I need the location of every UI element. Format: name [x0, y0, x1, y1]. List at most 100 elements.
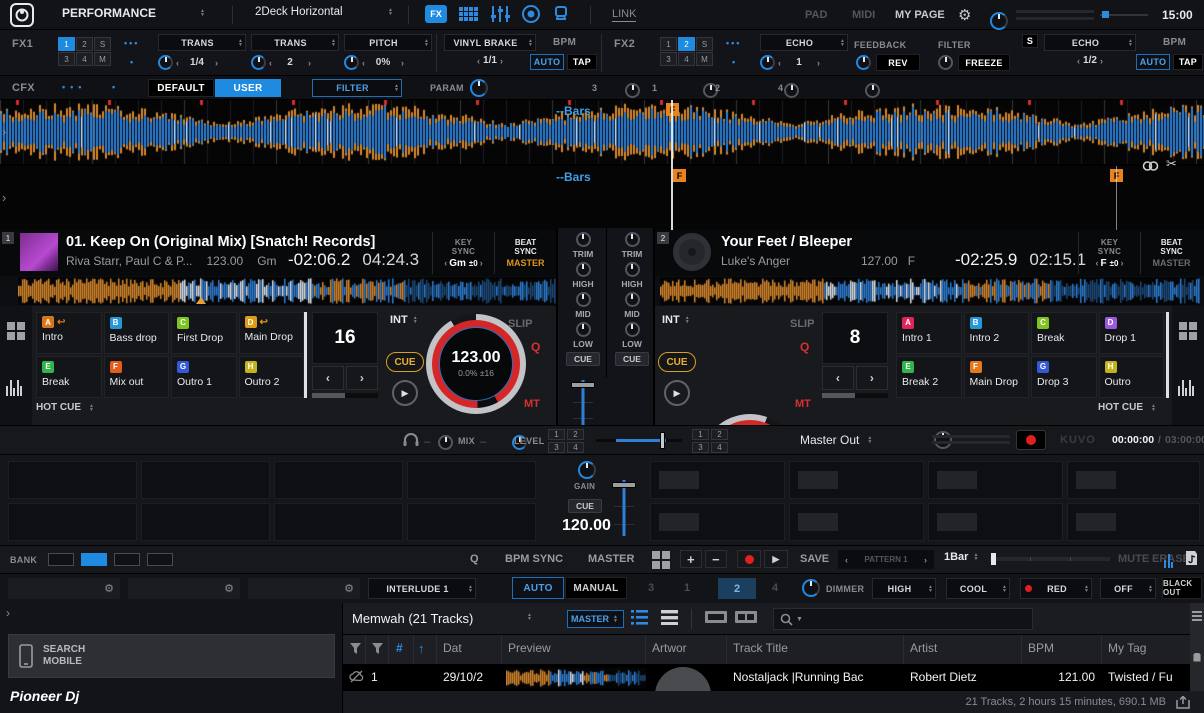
- cfx-dots-icon[interactable]: •••: [62, 82, 86, 92]
- ch1-low-knob[interactable]: [576, 322, 591, 337]
- hot-cue-pad-e[interactable]: EBreak: [36, 356, 102, 398]
- fx1-bank-m[interactable]: M: [94, 52, 111, 66]
- sampler-fader[interactable]: [612, 480, 636, 536]
- deck1-key-sync[interactable]: KEY SYNC ‹Gm±0›: [432, 232, 494, 274]
- cfx-deck3-knob[interactable]: [625, 83, 640, 98]
- bank-4-button[interactable]: [147, 553, 173, 566]
- fx1-bpm-auto-button[interactable]: AUTO: [530, 54, 564, 70]
- fx1-slot1-select[interactable]: TRANS▲▼: [158, 34, 246, 51]
- playlist-chevron-icon[interactable]: ▲▼: [525, 613, 534, 621]
- deck1-master-tempo-button[interactable]: MT: [524, 398, 540, 410]
- deck2-overview-waveform[interactable]: [660, 277, 1200, 305]
- deck2-pad-scrollbar[interactable]: [1166, 312, 1169, 398]
- key-shift-left[interactable]: ‹: [442, 258, 449, 268]
- fx1-bank-2[interactable]: 2: [76, 37, 93, 51]
- sampler-slot[interactable]: [789, 503, 924, 541]
- deck1-load-icon[interactable]: [705, 611, 727, 626]
- fx2-slot1-knob[interactable]: [760, 55, 775, 70]
- stepper-left[interactable]: ‹: [1074, 56, 1083, 66]
- hot-cue-pad-f[interactable]: FMix out: [104, 356, 170, 398]
- ch1-fader[interactable]: [571, 380, 595, 425]
- sampler-slot[interactable]: [8, 461, 137, 499]
- panel-expand-arrow[interactable]: ›: [6, 606, 10, 620]
- master-level-knob[interactable]: [934, 431, 952, 449]
- ch1-cue-button[interactable]: CUE: [566, 352, 600, 366]
- assign-2[interactable]: 2: [711, 429, 728, 440]
- scene-2-button[interactable]: 2: [718, 578, 756, 599]
- sampler-slot[interactable]: [141, 503, 270, 541]
- deck1-slip-button[interactable]: SLIP: [508, 318, 532, 330]
- fx2-freeze-button[interactable]: FREEZE: [958, 54, 1010, 71]
- deck2-play-button[interactable]: ▶: [664, 380, 690, 406]
- fx1-bpm-tap-button[interactable]: TAP: [567, 54, 597, 70]
- deck1-play-button[interactable]: ▶: [392, 380, 418, 406]
- lighting-slot-1[interactable]: ⚙: [8, 578, 120, 599]
- sampler-slot[interactable]: [789, 461, 924, 499]
- headphone-mix-knob[interactable]: [438, 435, 453, 450]
- sampler-slot[interactable]: [407, 503, 536, 541]
- fx1-bank-1[interactable]: 1: [58, 37, 75, 51]
- deck2-load-icon[interactable]: [735, 611, 757, 626]
- col-title[interactable]: Track Title: [733, 641, 788, 655]
- ch1-fader-handle[interactable]: [571, 382, 595, 388]
- cfx-effect-select[interactable]: FILTER▲▼: [312, 79, 402, 97]
- fx2-feedback-knob[interactable]: [856, 55, 871, 70]
- hot-cue-pad-g[interactable]: GOutro 1: [171, 356, 237, 398]
- mood-select[interactable]: COOL▲▼: [946, 578, 1010, 599]
- ch2-trim-knob[interactable]: [625, 232, 640, 247]
- ch2-cue-button[interactable]: CUE: [615, 352, 649, 366]
- hot-cue-pad-f[interactable]: FMain Drop: [964, 356, 1030, 398]
- stepper-left[interactable]: ‹: [775, 58, 784, 68]
- sequence-level-icon[interactable]: [1164, 552, 1173, 568]
- fx1-slot1-knob[interactable]: [158, 55, 173, 70]
- sequence-save-button[interactable]: SAVE: [800, 553, 829, 565]
- fx1-release-select[interactable]: VINYL BRAKE▲▼: [444, 34, 536, 51]
- cfx-deck2-knob[interactable]: [784, 83, 799, 98]
- hot-cue-pad-b[interactable]: BBass drop: [104, 312, 170, 354]
- lighting-auto-button[interactable]: AUTO: [512, 577, 564, 599]
- bank-2-button[interactable]: [81, 553, 107, 566]
- sampler-slot[interactable]: [1067, 461, 1200, 499]
- assign-4[interactable]: 4: [711, 442, 728, 453]
- crossfader-mini-track[interactable]: [1100, 14, 1148, 16]
- fx2-bpm-tap-button[interactable]: TAP: [1173, 54, 1203, 70]
- deck2-key-sync[interactable]: KEY SYNC ‹F±0›: [1078, 232, 1140, 274]
- sequence-notes-icon[interactable]: [1185, 550, 1198, 566]
- layout-select[interactable]: 2Deck Horizontal ▲▼: [255, 6, 395, 18]
- fx1-bank-3[interactable]: 3: [58, 52, 75, 66]
- hot-cue-pad-h[interactable]: HOutro: [1099, 356, 1165, 398]
- sampler-slot[interactable]: [274, 503, 403, 541]
- sampler-quantize-button[interactable]: Q: [470, 553, 479, 565]
- crossfader[interactable]: [596, 439, 682, 442]
- fx2-bank-1[interactable]: 1: [660, 37, 677, 51]
- sampler-slot[interactable]: [928, 461, 1063, 499]
- assign-3[interactable]: 3: [548, 442, 565, 453]
- sampler-slot[interactable]: [650, 461, 785, 499]
- sequence-remove-button[interactable]: −: [705, 550, 727, 568]
- deck2-loop-double-button[interactable]: ›: [856, 366, 888, 390]
- sampler-slot[interactable]: [928, 503, 1063, 541]
- mixer-panel-icon[interactable]: [490, 5, 510, 23]
- hot-cue-pad-d[interactable]: DDrop 1: [1099, 312, 1165, 354]
- sequence-add-button[interactable]: +: [680, 550, 702, 568]
- hot-cue-pad-c[interactable]: CFirst Drop: [171, 312, 237, 354]
- stepper-left[interactable]: ‹: [173, 58, 182, 68]
- fx1-dot-icon[interactable]: •: [130, 57, 135, 67]
- col-date[interactable]: Dat: [443, 641, 462, 655]
- sampler-slot[interactable]: [8, 503, 137, 541]
- bank-1-button[interactable]: [48, 553, 74, 566]
- deck2-slip-button[interactable]: SLIP: [790, 318, 814, 330]
- fx1-slot2-knob[interactable]: [251, 55, 266, 70]
- sequence-slider-handle[interactable]: [991, 553, 996, 565]
- fx2-rev-button[interactable]: REV: [876, 54, 920, 71]
- fx1-slot2-select[interactable]: TRANS▲▼: [251, 34, 339, 51]
- fx2-filter-knob[interactable]: [938, 55, 953, 70]
- ch1-trim-knob[interactable]: [576, 232, 591, 247]
- master-volume-knob[interactable]: [990, 12, 1008, 30]
- sampler-slot[interactable]: [141, 461, 270, 499]
- fx1-more-dots-icon[interactable]: •••: [124, 38, 139, 48]
- hot-cue-pad-a[interactable]: A↩Intro: [36, 312, 102, 354]
- hot-cue-pad-d[interactable]: D↩Main Drop: [239, 312, 305, 354]
- ch2-mid-knob[interactable]: [625, 292, 640, 307]
- master-out-select[interactable]: Master Out ▲▼: [800, 433, 874, 447]
